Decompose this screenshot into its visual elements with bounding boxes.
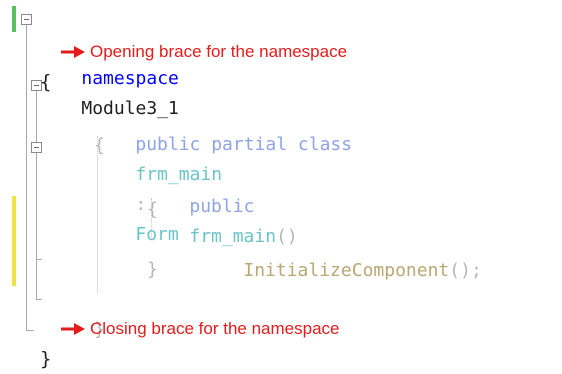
arrow-right-icon — [61, 46, 85, 58]
opening-brace-annotation: Opening brace for the namespace — [90, 42, 348, 61]
outline-end-namespace — [26, 330, 34, 331]
class-open-brace: { — [94, 135, 105, 156]
code-line-1: namespace Module3_1 — [0, 4, 179, 119]
code-line-11: } — [0, 314, 51, 370]
code-line-6: { — [0, 165, 158, 220]
namespace-close-brace: } — [40, 348, 52, 370]
code-line-3: public partial class frm_main : Form — [0, 70, 352, 245]
class-colon: : — [135, 194, 147, 215]
namespace-keyword: namespace — [81, 68, 179, 89]
method-modifier: public — [189, 196, 255, 217]
initialize-call-tail: (); — [449, 260, 482, 281]
closing-brace-annotation: Closing brace for the namespace — [90, 319, 340, 338]
method-close-brace: } — [147, 259, 158, 280]
outline-line-method — [36, 153, 37, 259]
namespace-open-brace: { — [40, 71, 52, 93]
class-modifiers: public partial class — [135, 134, 353, 155]
outline-end-method — [36, 259, 42, 260]
code-line-5: public frm_main() — [0, 132, 297, 247]
collapse-namespace-icon[interactable] — [21, 14, 32, 25]
code-line-2: { — [0, 37, 51, 93]
code-line-10: } — [0, 285, 105, 340]
outline-line-namespace — [26, 25, 27, 330]
outline-end-class — [36, 299, 42, 300]
initialize-call: InitializeComponent — [243, 260, 450, 281]
code-line-8: } — [0, 225, 158, 280]
code-line-7: InitializeComponent(); — [0, 196, 481, 281]
code-line-4: { — [0, 101, 105, 156]
method-open-brace: { — [147, 199, 158, 220]
arrow-right-icon — [61, 323, 85, 335]
